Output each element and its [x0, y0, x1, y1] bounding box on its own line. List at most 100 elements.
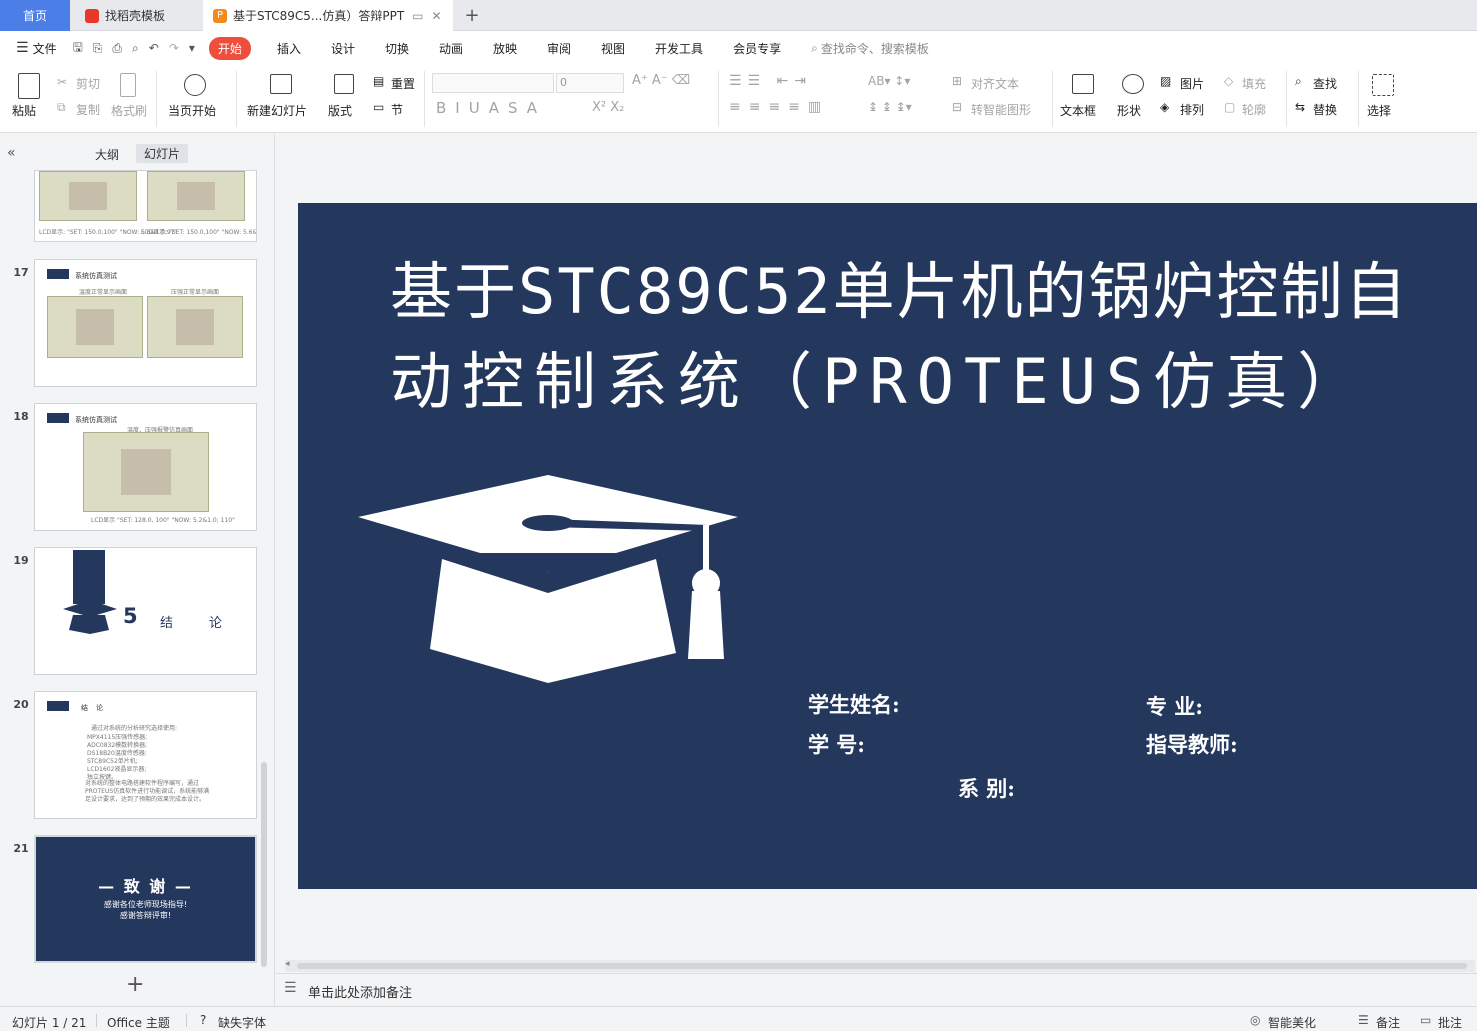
layout-button[interactable]: 版式: [328, 102, 352, 119]
tab-home[interactable]: 首页: [0, 0, 70, 31]
close-icon[interactable]: ✕: [432, 9, 442, 23]
tab-document[interactable]: P 基于STC89C5...仿真）答辩PPT ▭ ✕: [203, 0, 453, 31]
slide-thumb-21[interactable]: — 致 谢 — 感谢各位老师现场指导! 感谢答辩评审!: [34, 835, 257, 963]
paste-button[interactable]: 粘贴: [12, 102, 36, 119]
circuit-image: [39, 171, 137, 221]
student-name-field[interactable]: 学生姓名:: [808, 689, 900, 719]
cap-icon: [47, 269, 69, 279]
paste-icon[interactable]: [18, 73, 40, 99]
play-icon[interactable]: [184, 74, 206, 96]
circuit-image: [147, 296, 243, 358]
student-id-field[interactable]: 学 号:: [808, 729, 865, 759]
menu-design[interactable]: 设计: [331, 40, 355, 57]
menu-start[interactable]: 开始: [208, 36, 251, 60]
department-field[interactable]: 系 别:: [958, 773, 1015, 803]
new-tab-button[interactable]: +: [455, 0, 489, 31]
screen-icon[interactable]: ▭: [412, 9, 423, 23]
slide-panel: « 大纲 幻灯片 LCD显示: "SET: 150.0,100" "NOW: 5…: [0, 134, 275, 1006]
superscript-icon[interactable]: X² X₂: [592, 100, 624, 115]
missing-font-button[interactable]: 缺失字体: [218, 1014, 266, 1031]
slide-thumb-19[interactable]: 5 结 论: [34, 547, 257, 675]
notes-placeholder[interactable]: 单击此处添加备注: [308, 982, 412, 1001]
export-icon[interactable]: ⎘: [93, 41, 103, 56]
notes-toggle-button[interactable]: 备注: [1376, 1014, 1400, 1031]
reset-button[interactable]: 重置: [391, 75, 415, 92]
beautify-button[interactable]: 智能美化: [1268, 1014, 1316, 1031]
command-search[interactable]: 查找命令、搜索模板: [821, 40, 929, 57]
section-title: 结: [160, 616, 174, 631]
slide-thumb-18[interactable]: 系统仿真测试 温度、压强报警仿真画面 LCD显示 "SET: 128.0, 10…: [34, 403, 257, 531]
slide-title[interactable]: 基于STC89C52单片机的锅炉控制自 动控制系统（PROTEUS仿真）: [390, 247, 1477, 427]
cap-icon: [47, 701, 69, 711]
redo-icon[interactable]: ↷: [169, 41, 179, 55]
new-slide-icon[interactable]: [270, 74, 292, 94]
line-spacing-icons[interactable]: AB▾ ↕▾: [868, 74, 910, 88]
thumb-title: 系统仿真测试: [75, 272, 117, 280]
from-current-button[interactable]: 当页开始: [168, 102, 216, 119]
menu-file[interactable]: 文件: [33, 40, 57, 57]
replace-button[interactable]: 替换: [1313, 101, 1337, 118]
format-painter-button[interactable]: 格式刷: [111, 102, 147, 119]
save-icon[interactable]: 🖫: [73, 38, 83, 59]
paragraph-icons[interactable]: ↨ ↨ ↨▾: [868, 100, 912, 114]
select-button[interactable]: 选择: [1367, 102, 1391, 119]
slide-thumb-16[interactable]: LCD显示: "SET: 150.0,100" "NOW: 5.6&1.0;97…: [34, 170, 257, 242]
horizontal-scrollbar[interactable]: ◂: [285, 959, 1475, 972]
slide-thumb-20[interactable]: 结论 通过对系统的分析研究选择使用: MPX4115压强传感器; ADC0832…: [34, 691, 257, 819]
menu-review[interactable]: 审阅: [547, 40, 571, 57]
font-style-icons[interactable]: BIUASA: [436, 99, 546, 117]
menu-view[interactable]: 视图: [601, 40, 625, 57]
collapse-icon[interactable]: «: [7, 145, 16, 161]
print-icon[interactable]: ⎙: [112, 41, 122, 56]
list-icons[interactable]: ☰☰ ⇤⇥: [729, 73, 812, 89]
menu-slideshow[interactable]: 放映: [493, 40, 517, 57]
menu-transition[interactable]: 切换: [385, 40, 409, 57]
menu-developer[interactable]: 开发工具: [655, 40, 703, 57]
smart-art-button[interactable]: 转智能图形: [971, 101, 1031, 118]
align-icons[interactable]: ≡≡≡≡▥: [729, 99, 829, 115]
menu-animation[interactable]: 动画: [439, 40, 463, 57]
outline-button[interactable]: 轮廓: [1242, 101, 1266, 118]
copy-button[interactable]: 复制: [76, 101, 100, 118]
scroll-left-icon[interactable]: ◂: [285, 959, 290, 969]
advisor-field[interactable]: 指导教师:: [1146, 729, 1238, 759]
slide-thumb-17[interactable]: 系统仿真测试 温度正常显示画面 压强正常显示画面: [34, 259, 257, 387]
text-box-icon[interactable]: [1072, 74, 1094, 94]
circuit-image: [83, 432, 209, 512]
menu-member[interactable]: 会员专享: [733, 40, 781, 57]
scroll-thumb[interactable]: [297, 963, 1467, 969]
preview-icon[interactable]: ⌕: [132, 41, 139, 56]
arrange-button[interactable]: 排列: [1180, 101, 1204, 118]
shape-button[interactable]: 形状: [1117, 102, 1141, 119]
tab-slides[interactable]: 幻灯片: [136, 144, 189, 163]
slide-canvas[interactable]: 基于STC89C52单片机的锅炉控制自 动控制系统（PROTEUS仿真） 学生姓…: [298, 203, 1477, 889]
cut-button[interactable]: 剪切: [76, 75, 100, 92]
hamburger-icon[interactable]: ☰: [16, 40, 29, 56]
notes-pane[interactable]: ☰ 单击此处添加备注: [276, 973, 1477, 1006]
theme-name[interactable]: Office 主题: [107, 1014, 170, 1031]
picture-button[interactable]: 图片: [1180, 75, 1204, 92]
layout-icon[interactable]: [334, 74, 354, 94]
font-size-select[interactable]: 0: [556, 73, 624, 93]
find-button[interactable]: 查找: [1313, 75, 1337, 92]
grow-font-icon[interactable]: A⁺ A⁻ ⌫: [632, 73, 690, 88]
font-family-select[interactable]: [432, 73, 554, 93]
new-slide-button[interactable]: 新建幻灯片: [247, 102, 307, 119]
comment-button[interactable]: 批注: [1438, 1014, 1462, 1031]
major-field[interactable]: 专 业:: [1146, 691, 1203, 721]
section-button[interactable]: 节: [391, 101, 403, 118]
fill-button[interactable]: 填充: [1242, 75, 1266, 92]
select-icon[interactable]: [1372, 74, 1394, 96]
menu-insert[interactable]: 插入: [277, 40, 301, 57]
panel-scrollbar[interactable]: [261, 762, 267, 967]
tab-template[interactable]: 找稻壳模板: [73, 0, 201, 31]
graduation-cap-icon: [63, 600, 117, 634]
tab-outline[interactable]: 大纲: [95, 146, 119, 163]
add-slide-button[interactable]: +: [126, 972, 144, 997]
beautify-icon: ◎: [1250, 1013, 1261, 1027]
customize-icon[interactable]: ▾: [189, 41, 195, 55]
align-text-button[interactable]: 对齐文本: [971, 75, 1019, 92]
undo-icon[interactable]: ↶: [149, 41, 159, 55]
text-box-button[interactable]: 文本框: [1060, 102, 1096, 119]
shape-icon[interactable]: [1122, 74, 1144, 94]
